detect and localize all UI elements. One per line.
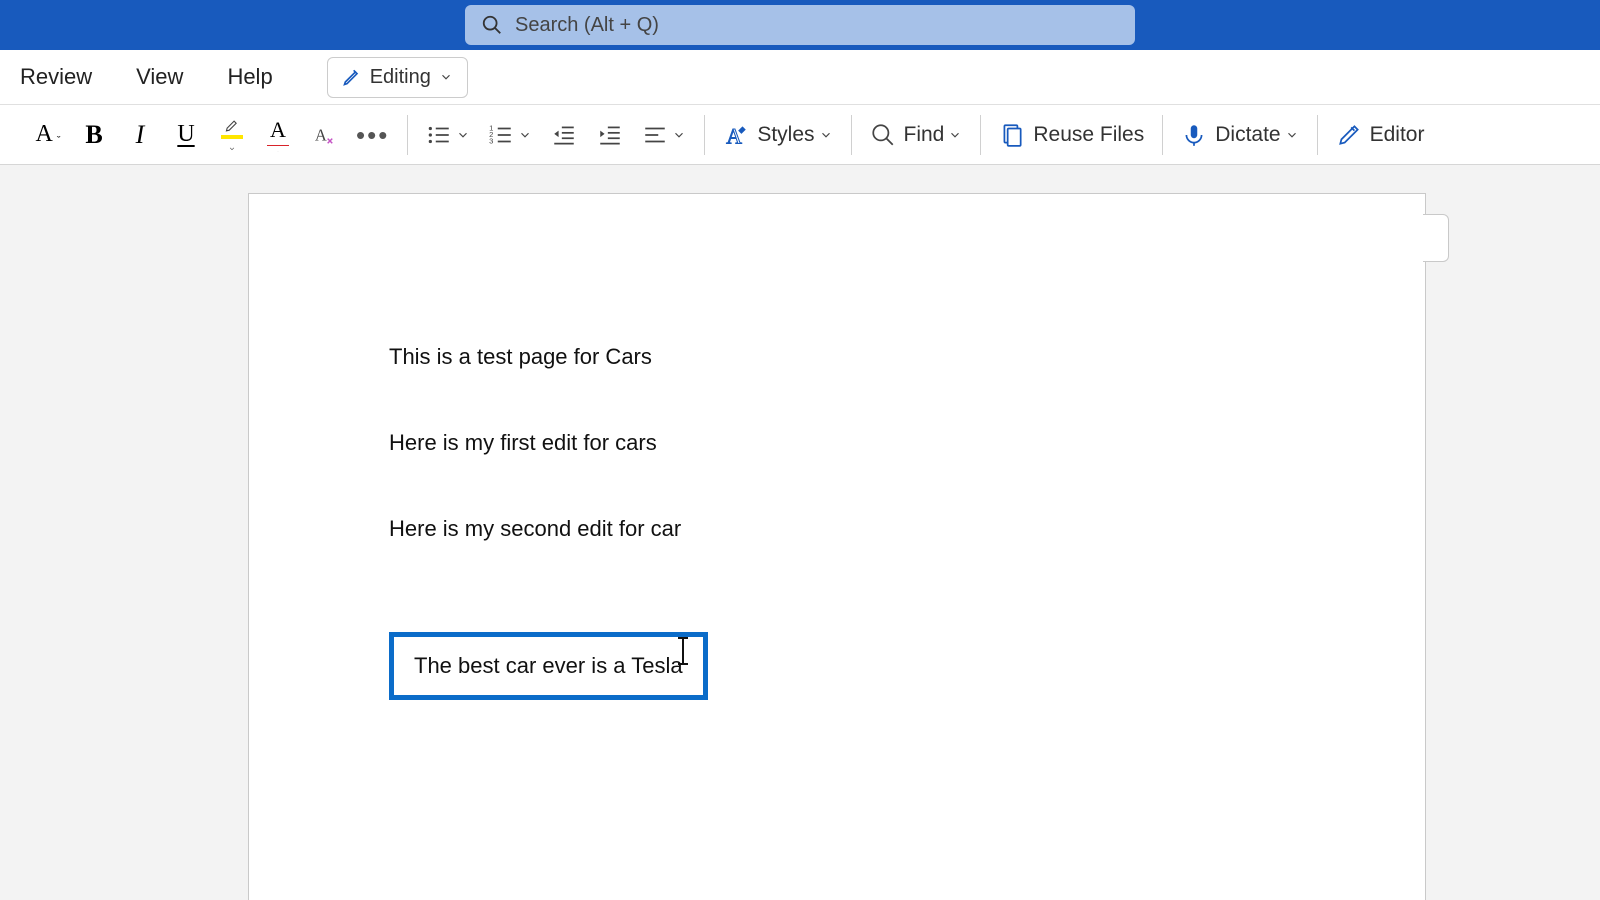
- toolbar: A ˇ B I U A A •••: [0, 105, 1600, 165]
- styles-label: Styles: [757, 123, 814, 147]
- align-icon: [642, 122, 668, 148]
- editor-button[interactable]: Editor: [1336, 117, 1425, 153]
- pen-icon: [342, 67, 362, 87]
- reuse-files-icon: [999, 122, 1025, 148]
- chevron-down-icon: [819, 128, 833, 142]
- editor-icon: [1336, 122, 1362, 148]
- tab-view[interactable]: View: [132, 58, 187, 96]
- chevron-down-icon: [948, 128, 962, 142]
- reuse-files-button[interactable]: Reuse Files: [999, 117, 1144, 153]
- font-color-button[interactable]: A: [264, 117, 292, 153]
- increase-indent-button[interactable]: [596, 117, 624, 153]
- doc-paragraph[interactable]: Here is my first edit for cars: [389, 430, 1285, 456]
- document-page[interactable]: This is a test page for Cars Here is my …: [248, 193, 1426, 900]
- doc-paragraph[interactable]: Here is my second edit for car: [389, 516, 1285, 542]
- find-button[interactable]: Find: [870, 117, 963, 153]
- styles-button[interactable]: A Styles: [723, 117, 832, 153]
- clear-formatting-button[interactable]: A: [310, 117, 338, 153]
- bullets-button[interactable]: [426, 117, 470, 153]
- outdent-icon: [551, 122, 577, 148]
- chevron-down-icon: [273, 151, 283, 152]
- editing-label: Editing: [370, 66, 431, 89]
- underline-button[interactable]: U: [172, 117, 200, 153]
- dictate-button[interactable]: Dictate: [1181, 117, 1298, 153]
- chevron-down-icon: [439, 70, 453, 84]
- text-cursor: [682, 638, 684, 664]
- font-size-button[interactable]: A ˇ: [34, 117, 62, 153]
- microphone-icon: [1181, 122, 1207, 148]
- text-box[interactable]: The best car ever is a Tesla: [389, 632, 708, 700]
- numbering-button[interactable]: 1 2 3: [488, 117, 532, 153]
- italic-icon: I: [136, 120, 145, 150]
- chevron-down-icon: [1285, 128, 1299, 142]
- chevron-down-icon: [456, 128, 470, 142]
- search-icon: [870, 122, 896, 148]
- ellipsis-icon: •••: [356, 130, 389, 140]
- tab-review[interactable]: Review: [16, 58, 96, 96]
- font-color-icon: A: [270, 117, 286, 143]
- svg-text:3: 3: [489, 136, 493, 145]
- search-icon: [481, 14, 503, 36]
- clear-format-icon: A: [313, 124, 335, 146]
- editor-label: Editor: [1370, 123, 1425, 147]
- reuse-files-label: Reuse Files: [1033, 123, 1144, 147]
- bullets-icon: [426, 122, 452, 148]
- align-button[interactable]: [642, 117, 686, 153]
- underline-icon: U: [177, 121, 194, 148]
- ribbon-tabs: Review View Help Editing: [0, 50, 1600, 105]
- document-canvas[interactable]: This is a test page for Cars Here is my …: [0, 165, 1600, 900]
- chevron-down-icon: [518, 128, 532, 142]
- dictate-label: Dictate: [1215, 123, 1280, 147]
- titlebar: [0, 0, 1600, 50]
- highlight-button[interactable]: [218, 117, 246, 153]
- search-input[interactable]: [515, 14, 1119, 37]
- indent-icon: [597, 122, 623, 148]
- more-formatting-button[interactable]: •••: [356, 117, 389, 153]
- doc-paragraph[interactable]: This is a test page for Cars: [389, 344, 1285, 370]
- tab-help[interactable]: Help: [223, 58, 276, 96]
- font-size-icon: A: [35, 121, 52, 148]
- svg-text:A: A: [315, 125, 327, 144]
- page-side-handle[interactable]: [1423, 214, 1449, 262]
- numbering-icon: 1 2 3: [488, 122, 514, 148]
- boxed-text[interactable]: The best car ever is a Tesla: [414, 653, 683, 678]
- decrease-indent-button[interactable]: [550, 117, 578, 153]
- chevron-down-icon: [227, 145, 237, 153]
- bold-button[interactable]: B: [80, 117, 108, 153]
- bold-icon: B: [85, 120, 102, 150]
- editing-mode-button[interactable]: Editing: [327, 57, 468, 98]
- italic-button[interactable]: I: [126, 117, 154, 153]
- svg-text:A: A: [727, 124, 743, 147]
- search-box[interactable]: [465, 5, 1135, 45]
- find-label: Find: [904, 123, 945, 147]
- styles-icon: A: [723, 122, 749, 148]
- chevron-down-icon: [672, 128, 686, 142]
- highlighter-icon: [221, 117, 243, 134]
